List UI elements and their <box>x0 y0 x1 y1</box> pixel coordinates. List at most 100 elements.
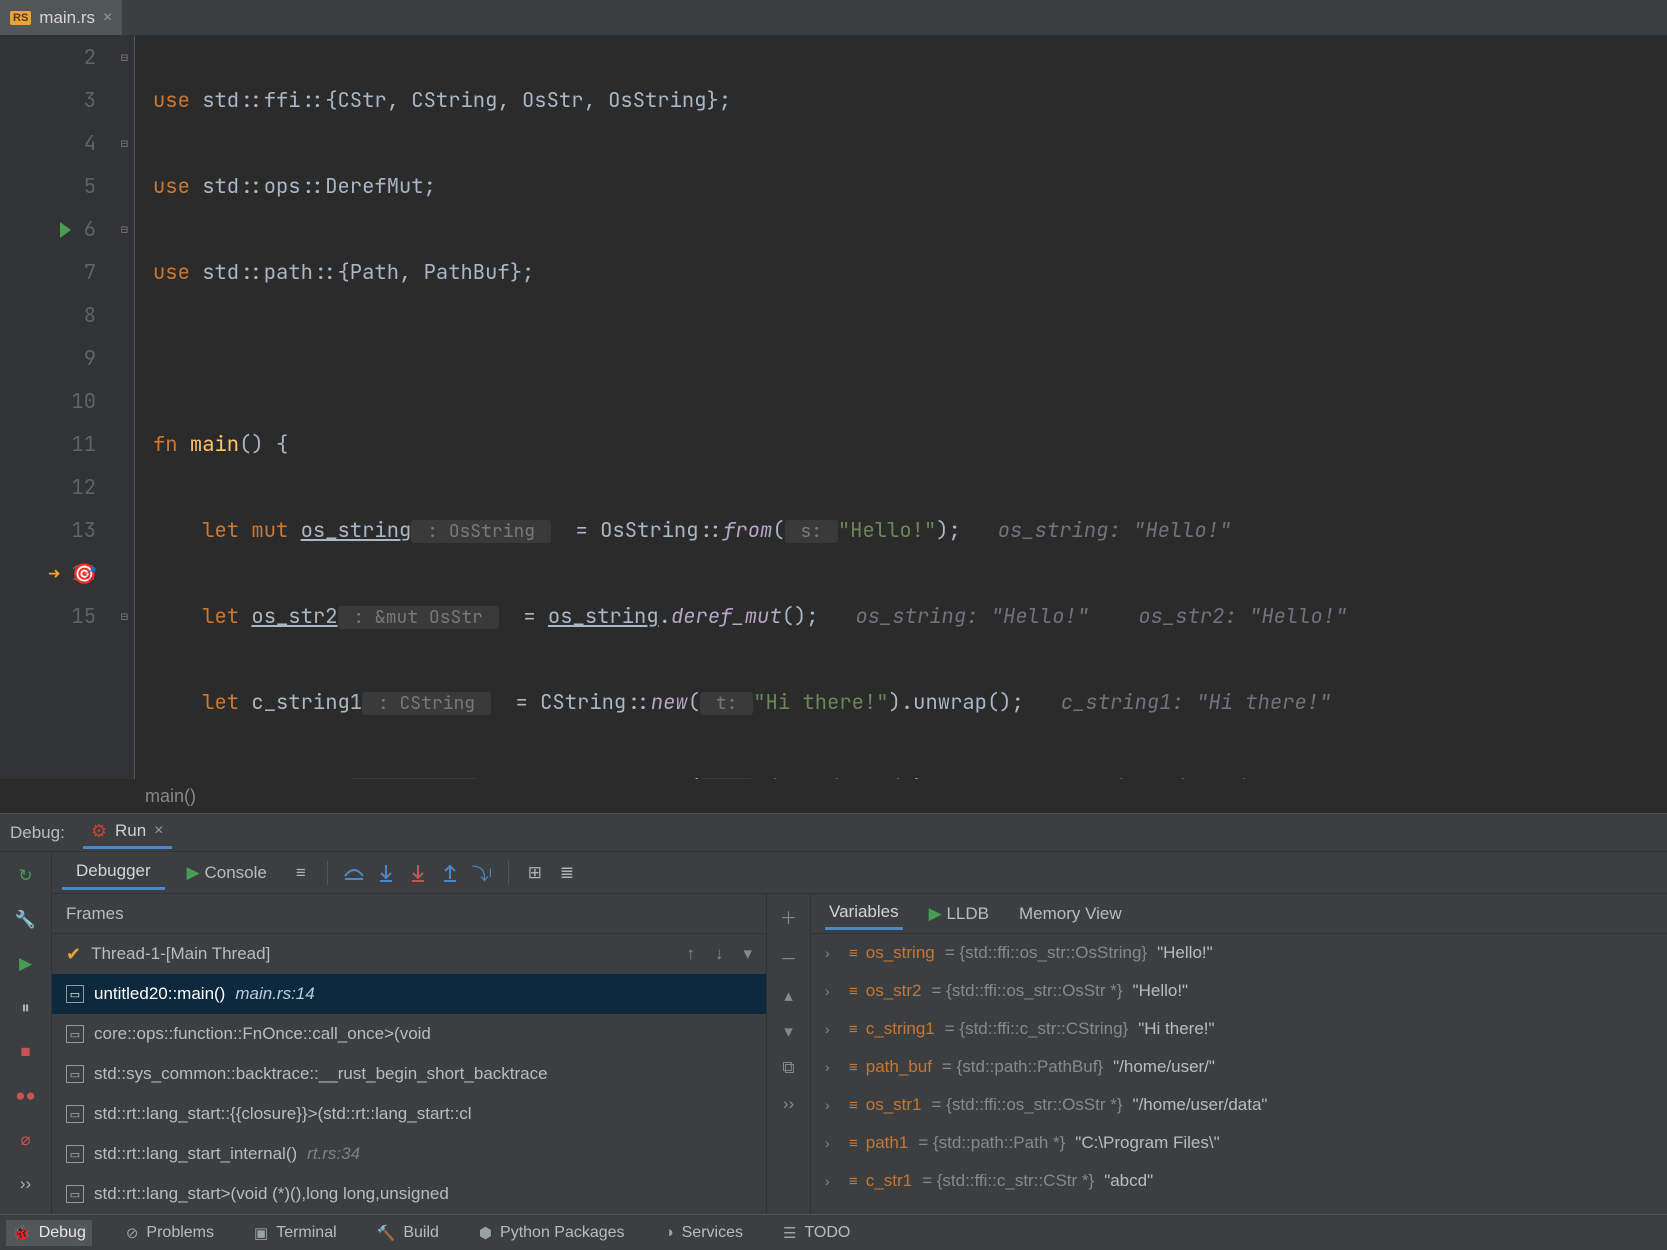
prev-frame-icon[interactable]: ↑ <box>686 944 695 964</box>
expand-icon[interactable]: › <box>825 1097 839 1113</box>
stop-icon[interactable]: ■ <box>12 1038 40 1066</box>
var-type: = {std::path::PathBuf} <box>942 1057 1103 1077</box>
var-icon: ≡ <box>849 1135 856 1152</box>
line-6[interactable]: ⊟6 <box>0 208 106 251</box>
remove-watch-icon[interactable]: － <box>780 945 797 970</box>
expand-icon[interactable]: › <box>825 1059 839 1075</box>
frame-icon: ▭ <box>66 985 84 1003</box>
var-row[interactable]: ›≡path1 = {std::path::Path *} "C:\Progra… <box>811 1124 1667 1162</box>
step-out-icon[interactable] <box>438 861 462 885</box>
var-icon: ≡ <box>849 1059 856 1076</box>
breakpoint-current-icon[interactable]: ➜ 🎯 <box>48 552 97 595</box>
settings-icon[interactable]: 🔧 <box>12 906 40 934</box>
expand-icon[interactable]: › <box>825 945 839 961</box>
tab-memory-view[interactable]: Memory View <box>1015 899 1126 929</box>
thread-dropdown-icon[interactable]: ▾ <box>743 944 752 964</box>
line-11[interactable]: 11 <box>0 423 106 466</box>
tab-lldb[interactable]: ▶ LLDB <box>925 899 993 929</box>
var-value: "/home/user/" <box>1113 1057 1215 1077</box>
expand-icon[interactable]: › <box>825 1021 839 1037</box>
line-7[interactable]: 7 <box>0 251 106 294</box>
line-3[interactable]: 3 <box>0 79 106 122</box>
trace-icon[interactable]: ≣ <box>555 861 579 885</box>
step-over-icon[interactable] <box>342 861 366 885</box>
var-row[interactable]: ›≡os_str1 = {std::ffi::os_str::OsStr *} … <box>811 1086 1667 1124</box>
tab-variables[interactable]: Variables <box>825 897 903 930</box>
frame-row[interactable]: ▭std::rt::lang_start>(void (*)(),long lo… <box>52 1174 766 1214</box>
evaluate-icon[interactable]: ⊞ <box>523 861 547 885</box>
rerun-icon[interactable]: ↻ <box>12 862 40 890</box>
status-terminal[interactable]: ▣Terminal <box>248 1220 343 1246</box>
thread-selector[interactable]: ✔ Thread-1-[Main Thread] ↑ ↓ ▾ <box>52 934 766 974</box>
line-10[interactable]: 10 <box>0 380 106 423</box>
var-value: "Hi there!" <box>1138 1019 1214 1039</box>
status-build[interactable]: 🔨Build <box>371 1220 445 1246</box>
frame-row[interactable]: ▭std::rt::lang_start::{{closure}}>(std::… <box>52 1094 766 1134</box>
status-python[interactable]: ⬢Python Packages <box>473 1220 631 1246</box>
force-step-into-icon[interactable] <box>406 861 430 885</box>
pause-icon[interactable]: ⏸ <box>12 994 40 1022</box>
frame-row[interactable]: ▭std::sys_common::backtrace::__rust_begi… <box>52 1054 766 1094</box>
line-14[interactable]: ➜ 🎯14 <box>0 552 106 595</box>
expand-icon[interactable]: › <box>825 1135 839 1151</box>
var-name: c_str1 <box>866 1171 912 1191</box>
add-watch-icon[interactable]: ＋ <box>780 904 797 929</box>
status-debug[interactable]: 🐞Debug <box>6 1220 92 1246</box>
run-to-cursor-icon[interactable]: ⤵I <box>470 861 494 885</box>
debug-header: Debug: ⚙ Run × <box>0 814 1667 852</box>
line-4[interactable]: ⊟4 <box>0 122 106 165</box>
step-into-icon[interactable] <box>374 861 398 885</box>
line-2[interactable]: ⊟2 <box>0 36 106 79</box>
problems-icon: ⊘ <box>126 1224 139 1242</box>
services-icon: ◑ <box>665 1224 674 1241</box>
file-tab-main-rs[interactable]: RS main.rs × <box>0 0 122 35</box>
expand-icon[interactable]: › <box>825 1173 839 1189</box>
var-name: path1 <box>866 1133 909 1153</box>
down-icon[interactable]: ▾ <box>784 1022 793 1042</box>
breadcrumb[interactable]: main() <box>0 779 1667 813</box>
frame-row[interactable]: ▭std::rt::lang_start_internal() rt.rs:34 <box>52 1134 766 1174</box>
line-12[interactable]: 12 <box>0 466 106 509</box>
tab-debugger[interactable]: Debugger <box>62 855 165 890</box>
resume-icon[interactable]: ▶ <box>12 950 40 978</box>
mute-breakpoints-icon[interactable]: ⌀ <box>12 1126 40 1154</box>
line-13[interactable]: 13 <box>0 509 106 552</box>
threads-icon[interactable]: ≡ <box>289 861 313 885</box>
frames-title: Frames <box>66 904 124 924</box>
status-todo[interactable]: ☰TODO <box>777 1220 856 1246</box>
run-gutter-icon[interactable] <box>60 222 71 238</box>
next-frame-icon[interactable]: ↓ <box>715 944 724 964</box>
line-9[interactable]: 9 <box>0 337 106 380</box>
var-row[interactable]: ›≡path_buf = {std::path::PathBuf} "/home… <box>811 1048 1667 1086</box>
var-icon: ≡ <box>849 983 856 1000</box>
close-tab-icon[interactable]: × <box>103 9 112 27</box>
expand-icon[interactable]: › <box>825 983 839 999</box>
packages-icon: ⬢ <box>479 1224 492 1242</box>
var-row[interactable]: ›≡c_string1 = {std::ffi::c_str::CString}… <box>811 1010 1667 1048</box>
frame-row[interactable]: ▭core::ops::function::FnOnce::call_once>… <box>52 1014 766 1054</box>
copy-icon[interactable]: ⧉ <box>782 1058 794 1078</box>
line-15[interactable]: ⊟15 <box>0 595 106 638</box>
debug-tool-window: Debug: ⚙ Run × ↻ 🔧 ▶ ⏸ ■ ●● ⌀ ›› <box>0 813 1667 1214</box>
code-area[interactable]: use std::ffi::{CStr, CString, OsStr, OsS… <box>135 36 1667 779</box>
line-8[interactable]: 8 <box>0 294 106 337</box>
var-type: = {std::ffi::os_str::OsStr *} <box>932 1095 1123 1115</box>
var-row[interactable]: ›≡os_str2 = {std::ffi::os_str::OsStr *} … <box>811 972 1667 1010</box>
frame-icon: ▭ <box>66 1145 84 1163</box>
tab-console[interactable]: ▶ Console <box>173 857 281 889</box>
var-row[interactable]: ›≡c_str1 = {std::ffi::c_str::CStr *} "ab… <box>811 1162 1667 1200</box>
status-problems[interactable]: ⊘Problems <box>120 1220 220 1246</box>
more-icon[interactable]: ›› <box>12 1170 40 1198</box>
run-config-tab[interactable]: ⚙ Run × <box>83 817 172 849</box>
close-config-icon[interactable]: × <box>154 822 163 840</box>
line-5[interactable]: 5 <box>0 165 106 208</box>
rust-icon: ⚙ <box>91 821 107 842</box>
frame-loc: main.rs:14 <box>235 984 314 1004</box>
more-vars-icon[interactable]: ›› <box>783 1094 794 1114</box>
up-icon[interactable]: ▴ <box>784 986 793 1006</box>
status-services[interactable]: ◑Services <box>659 1220 749 1246</box>
thread-name: Thread-1-[Main Thread] <box>91 944 270 964</box>
frame-row[interactable]: ▭untitled20::main() main.rs:14 <box>52 974 766 1014</box>
var-row[interactable]: ›≡os_string = {std::ffi::os_str::OsStrin… <box>811 934 1667 972</box>
view-breakpoints-icon[interactable]: ●● <box>12 1082 40 1110</box>
